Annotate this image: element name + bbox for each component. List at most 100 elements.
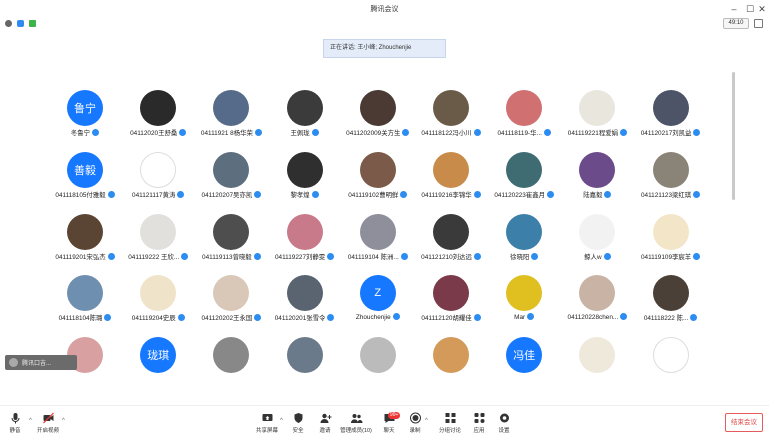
participant-tile[interactable]: 041118222 陈... [628,274,714,334]
avatar [140,213,177,250]
participant-name-text: 041118119-华... [497,130,542,137]
avatar [506,90,543,126]
avatar: 鲁宁 [67,90,103,126]
participant-name-text: 041119227刘静雯 [274,253,326,261]
muted-mic-icon [107,190,115,198]
avatar [579,337,616,374]
avatar [286,275,323,312]
participant-name: 041120217刘凯益 [628,128,714,138]
status-bar: 49:10 [0,18,769,30]
self-view-minicard[interactable]: 腾讯口吉... [5,355,77,370]
share-screen-button[interactable]: 共享屏幕 [254,409,280,438]
participant-name-text: 041120207吴亦凯 [201,191,253,199]
participant-name-text: 陆嘉毅 [583,191,603,199]
participant-tile[interactable] [628,336,714,374]
avatar: 珑琪 [140,337,177,374]
chat-unread-badge: 99+ [388,412,401,419]
chevron-up-icon[interactable]: ^ [29,418,32,424]
muted-mic-icon [104,314,112,322]
avatar [652,337,689,374]
avatar [359,337,396,374]
participant-name-text: 04112020王舒桑 [130,130,178,137]
participant-name-text: 041120217刘凯益 [640,130,692,137]
participant-name-text: 041118105付雅毅 [55,191,106,199]
breakout-rooms-icon [445,413,455,423]
avatar [213,90,250,126]
members-icon [350,414,362,423]
settings-button[interactable]: 设置 [494,409,514,438]
muted-mic-icon [177,314,185,322]
participant-name-text: 041119216李锦华 [421,191,472,199]
avatar [213,337,250,374]
avatar [579,213,616,250]
breakout-button[interactable]: 分组讨论 [436,409,464,438]
participant-name-text: 041119204史辰 [131,315,176,323]
muted-mic-icon [603,252,611,260]
participant-name: 041119109李宸羊 [628,252,714,262]
participant-name-text: 王佩珑 [290,130,310,137]
record-button[interactable]: 录制 [405,409,425,438]
security-button[interactable]: 安全 [288,409,308,438]
muted-mic-icon [531,252,539,260]
avatar [652,275,689,312]
avatar [506,213,543,250]
participant-tile[interactable]: 041121123梁红琪 [628,151,714,211]
chevron-up-icon[interactable]: ^ [62,418,65,424]
mute-label: 静音 [9,428,21,434]
participant-name-text: 黎孝煌 [290,191,310,199]
participant-name-text: 041119102曹明鲜 [348,191,399,199]
participant-name-text: Mar [514,314,526,322]
chat-button[interactable]: 99+ 聊天 [379,409,401,438]
meeting-toolbar: 静音 ^ 开启视频 ^ 共享屏幕 ^ 安全 邀请 管理成员(10) 99+ 聊天 [0,405,769,438]
muted-mic-icon [311,129,319,136]
muted-mic-icon [181,252,189,260]
shield-icon [294,413,302,423]
share-screen-icon [262,414,272,421]
avatar [213,213,250,250]
avatar [433,275,469,312]
camera-off-icon [42,412,54,424]
chevron-up-icon[interactable]: ^ [280,418,283,424]
avatar [286,151,323,188]
avatar [213,275,250,312]
avatar [579,275,616,312]
apps-button[interactable]: 应用 [469,409,489,438]
muted-mic-icon [327,314,335,322]
manage-members-button[interactable]: 管理成员(10) [338,409,374,438]
fullscreen-icon[interactable] [754,19,763,28]
participant-gallery: 鲁宁 冬鲁宁 04112020王舒桑 04111921 8杨华荣 王佩珑 04112020… [0,62,735,374]
participant-name-text: 041118222 陈... [643,315,689,323]
signal-icon[interactable] [29,20,36,27]
invite-button[interactable]: 邀请 [315,409,335,438]
avatar [433,337,469,374]
gallery-scrollbar[interactable] [732,72,735,200]
muted-mic-icon [92,129,100,136]
participant-tile[interactable]: 041119109李宸羊 [628,213,714,273]
close-icon[interactable]: ✕ [755,2,769,16]
info-icon[interactable] [5,20,12,27]
chevron-up-icon[interactable]: ^ [425,418,428,424]
mute-button[interactable]: 静音 [4,409,26,438]
participant-name-text: 041121210刘达远 [421,253,472,261]
avatar [67,213,103,250]
muted-mic-icon [693,129,701,136]
minimize-icon[interactable]: – [727,2,741,16]
end-meeting-button[interactable]: 结束会议 [725,413,763,432]
avatar [652,151,689,188]
avatar [286,213,323,250]
participant-name-text: 04111921 8杨华荣 [200,130,253,137]
muted-mic-icon [253,252,261,260]
video-button[interactable]: 开启视频 [35,409,61,438]
avatar [140,90,177,126]
participant-name: 041118222 陈... [628,313,714,323]
settings-label: 设置 [498,428,510,434]
participant-tile[interactable]: 041120217刘凯益 [628,89,714,149]
apps-label: 应用 [473,428,485,434]
avatar: 冯佳 [506,337,543,374]
video-label: 开启视频 [36,428,59,434]
minicard-label: 腾讯口吉... [22,361,52,367]
record-icon [409,412,421,424]
muted-mic-icon [604,190,612,198]
muted-mic-icon [254,314,262,322]
shield-icon[interactable] [17,20,24,27]
